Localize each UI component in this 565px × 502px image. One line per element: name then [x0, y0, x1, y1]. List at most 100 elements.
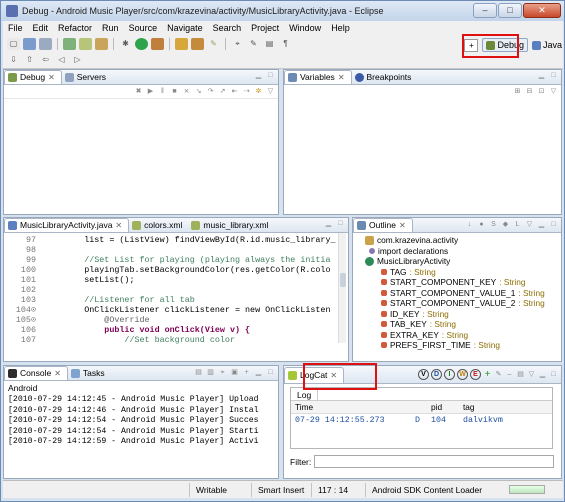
column-header-tag[interactable]: tag [463, 402, 475, 412]
close-icon[interactable]: ✕ [48, 71, 55, 84]
use-step-filters-icon[interactable]: ⇢ [242, 87, 251, 96]
tab-musiclibraryactivity-java[interactable]: MusicLibraryActivity.java ✕ [4, 218, 130, 232]
new-icon[interactable]: ▢ [7, 38, 20, 50]
filter-input[interactable] [314, 455, 555, 468]
clear-console-icon[interactable]: ▤ [194, 368, 203, 377]
menu-source[interactable]: Source [124, 21, 163, 35]
minimize-view-icon[interactable]: ▁ [537, 220, 546, 229]
outline-field[interactable]: START_COMPONENT_VALUE_2: String [365, 298, 561, 309]
open-task-icon[interactable] [191, 38, 204, 50]
menu-project[interactable]: Project [246, 21, 284, 35]
last-edit-location-icon[interactable]: ⇦ [39, 54, 52, 66]
menu-run[interactable]: Run [97, 21, 124, 35]
outline-field[interactable]: START_COMPONENT_KEY: String [365, 277, 561, 288]
tab-tasks[interactable]: Tasks [68, 366, 111, 380]
verbose-filter-button[interactable]: V [418, 369, 429, 380]
perspective-java-button[interactable]: Java [531, 40, 562, 50]
tab-servers[interactable]: Servers [62, 70, 112, 84]
view-menu-icon[interactable]: ▽ [527, 370, 536, 379]
tab-debug[interactable]: Debug ✕ [4, 70, 62, 84]
menu-navigate[interactable]: Navigate [162, 21, 208, 35]
debug-filter-button[interactable]: D [431, 369, 442, 380]
disconnect-icon[interactable]: ⨯ [182, 87, 191, 96]
forward-icon[interactable]: ▷ [71, 54, 84, 66]
view-menu-icon[interactable]: ▽ [549, 87, 558, 96]
step-into-icon[interactable]: ↘ [194, 87, 203, 96]
back-icon[interactable]: ◁ [55, 54, 68, 66]
outline-field[interactable]: EXTRA_KEY: String [365, 330, 561, 341]
collapse-all-icon[interactable]: ⊡ [537, 87, 546, 96]
next-annotation-icon[interactable]: ⇩ [7, 54, 20, 66]
minimize-view-icon[interactable]: ▁ [254, 368, 263, 377]
avd-manager-icon[interactable] [79, 38, 92, 50]
minimize-button[interactable]: – [473, 3, 497, 18]
outline-field[interactable]: ID_KEY: String [365, 309, 561, 320]
menu-window[interactable]: Window [284, 21, 326, 35]
minimize-view-icon[interactable]: ▁ [537, 71, 546, 80]
tab-breakpoints[interactable]: Breakpoints [352, 70, 418, 84]
outline-field[interactable]: TAB_KEY: String [365, 319, 561, 330]
tab-variables[interactable]: Variables ✕ [284, 70, 352, 84]
menu-file[interactable]: File [3, 21, 28, 35]
edit-filter-icon[interactable]: ✎ [494, 370, 503, 379]
step-over-icon[interactable]: ↷ [206, 87, 215, 96]
outline-field[interactable]: TAG: String [365, 267, 561, 278]
show-whitespace-icon[interactable]: ¶ [279, 38, 292, 50]
hide-local-types-icon[interactable]: L [513, 220, 522, 229]
suspend-icon[interactable]: ‖ [158, 87, 167, 96]
save-icon[interactable] [23, 38, 36, 50]
block-selection-icon[interactable]: ▤ [263, 38, 276, 50]
show-logical-structure-icon[interactable]: ⊟ [525, 87, 534, 96]
add-filter-icon[interactable]: + [483, 370, 492, 380]
code-editor[interactable]: 97 list = (ListView) findViewById(R.id.m… [4, 233, 348, 345]
scroll-lock-icon[interactable]: ▥ [206, 368, 215, 377]
step-return-icon[interactable]: ↗ [218, 87, 227, 96]
previous-annotation-icon[interactable]: ⇧ [23, 54, 36, 66]
maximize-view-icon[interactable]: □ [266, 368, 275, 377]
delete-filter-icon[interactable]: – [505, 370, 514, 379]
column-header-time[interactable]: Time [291, 402, 431, 412]
view-menu-icon[interactable]: ▽ [266, 87, 275, 96]
resume-icon[interactable]: ▶ [146, 87, 155, 96]
remove-terminated-icon[interactable]: ✖ [134, 87, 143, 96]
terminate-icon[interactable]: ■ [170, 87, 179, 96]
close-icon[interactable]: ✕ [54, 367, 61, 380]
tab-colors-xml[interactable]: colors.xml [129, 218, 188, 232]
outline-imports[interactable]: import declarations [365, 246, 561, 257]
outline-package[interactable]: com.krazevina.activity [365, 235, 561, 246]
tab-log[interactable]: Log [291, 390, 319, 400]
hide-fields-icon[interactable]: ● [477, 220, 486, 229]
debug-run-icon[interactable]: ✱ [119, 38, 132, 50]
tab-console[interactable]: Console ✕ [4, 366, 68, 380]
console-output[interactable]: [2010-07-29 14:12:45 - Android Music Pla… [4, 395, 278, 448]
search-icon[interactable]: ✎ [207, 38, 220, 50]
maximize-view-icon[interactable]: □ [549, 71, 558, 80]
outline-field[interactable]: START_COMPONENT_VALUE_1: String [365, 288, 561, 299]
outline-class[interactable]: MusicLibraryActivity [365, 256, 561, 267]
close-icon[interactable]: ✕ [115, 219, 122, 232]
minimize-view-icon[interactable]: ▁ [538, 370, 547, 379]
close-icon[interactable]: ✕ [399, 219, 406, 232]
menu-edit[interactable]: Edit [28, 21, 54, 35]
external-tools-icon[interactable] [151, 38, 164, 50]
log-row[interactable]: 07-29 14:12:55.273 D 104 dalvikvm [291, 414, 552, 427]
pin-icon[interactable]: ⌖ [231, 38, 244, 50]
tab-outline[interactable]: Outline ✕ [353, 218, 413, 232]
maximize-view-icon[interactable]: □ [549, 220, 558, 229]
scrollbar-thumb[interactable] [340, 273, 346, 287]
minimize-view-icon[interactable]: ▁ [254, 71, 263, 80]
maximize-view-icon[interactable]: □ [266, 71, 275, 80]
show-type-names-icon[interactable]: ⊞ [513, 87, 522, 96]
clear-log-icon[interactable]: ▤ [516, 370, 525, 379]
menu-search[interactable]: Search [208, 21, 247, 35]
menu-refactor[interactable]: Refactor [53, 21, 97, 35]
close-icon[interactable]: ✕ [338, 71, 345, 84]
android-sdk-icon[interactable] [63, 38, 76, 50]
column-header-pid[interactable]: pid [431, 402, 463, 412]
open-console-icon[interactable]: + [242, 368, 251, 377]
filter-icon[interactable]: ✲ [254, 87, 263, 96]
display-console-icon[interactable]: ▣ [230, 368, 239, 377]
pin-console-icon[interactable]: ⌖ [218, 368, 227, 377]
run-icon[interactable] [135, 38, 148, 50]
print-icon[interactable] [39, 38, 52, 50]
